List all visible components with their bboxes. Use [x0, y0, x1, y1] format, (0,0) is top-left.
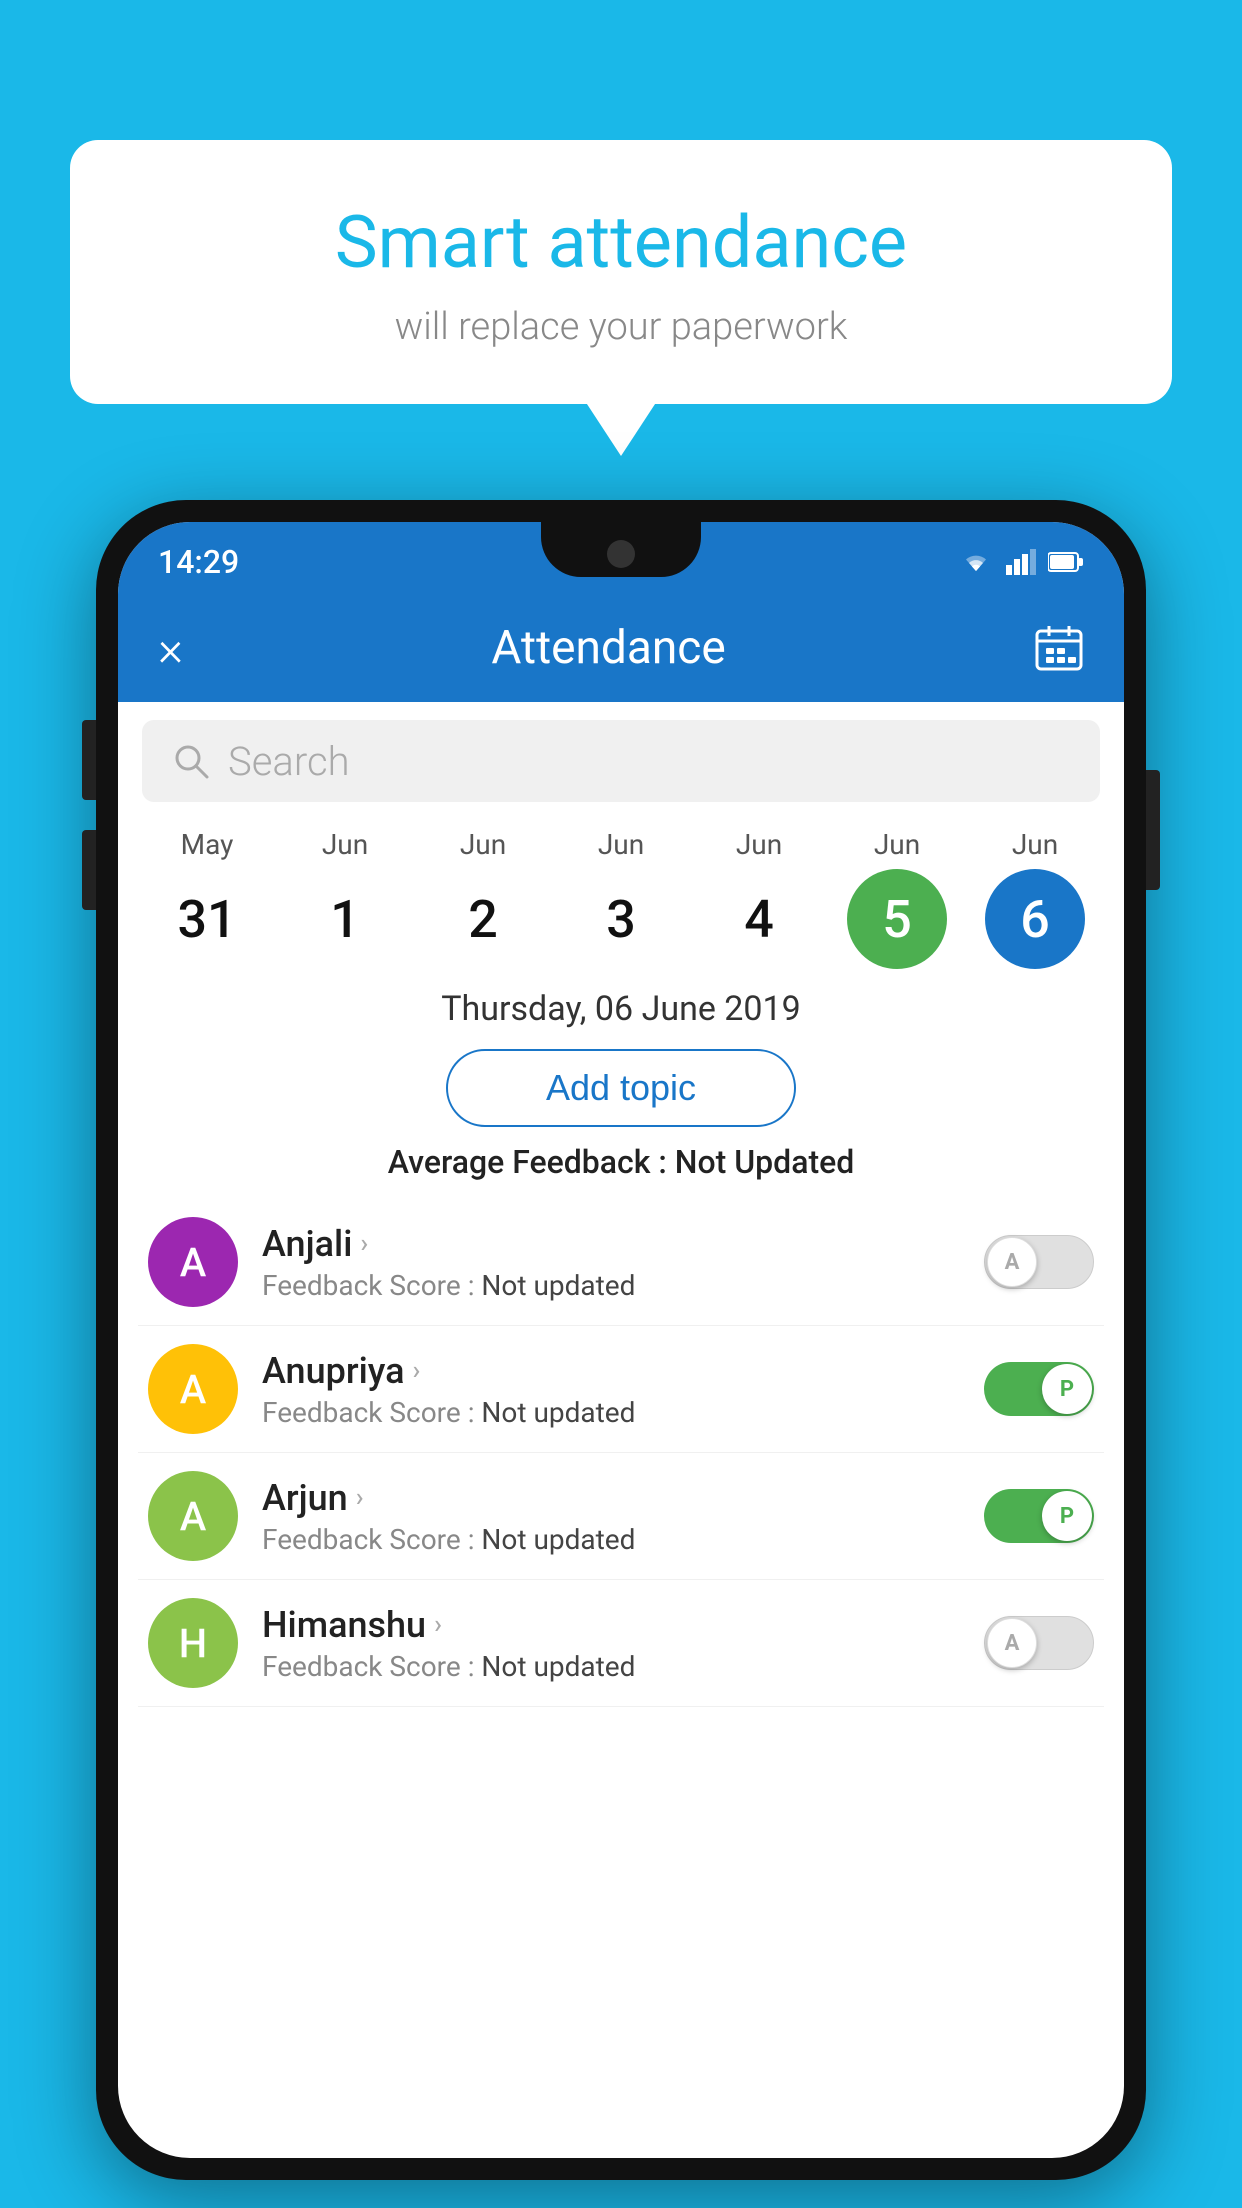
student-name-2[interactable]: Arjun › [262, 1477, 960, 1519]
wifi-icon [958, 549, 994, 575]
toggle-container-1: P [984, 1362, 1094, 1416]
student-avatar-0: A [148, 1217, 238, 1307]
student-feedback-0: Feedback Score : Not updated [262, 1269, 960, 1302]
student-chevron-1: › [413, 1356, 421, 1386]
date-day-6: 6 [985, 869, 1085, 969]
student-chevron-2: › [356, 1483, 364, 1513]
date-day-2: 2 [433, 869, 533, 969]
student-item-0: A Anjali › Feedback Score : Not updated A [138, 1199, 1104, 1326]
student-list: AAnjali ›Feedback Score : Not updatedAAA… [118, 1199, 1124, 1707]
toggle-container-3: A [984, 1616, 1094, 1670]
date-item-5[interactable]: Jun 5 [837, 828, 957, 969]
toggle-thumb-1: P [1042, 1364, 1092, 1414]
student-item-1: A Anupriya › Feedback Score : Not updated P [138, 1326, 1104, 1453]
speech-bubble-container: Smart attendance will replace your paper… [70, 140, 1172, 404]
phone-frame: 14:29 [96, 500, 1146, 2180]
date-month-3: Jun [598, 828, 644, 861]
phone-power-button [1146, 770, 1160, 890]
phone-screen: 14:29 [118, 522, 1124, 2158]
date-day-1: 1 [295, 869, 395, 969]
signal-icon [1006, 549, 1036, 575]
student-feedback-1: Feedback Score : Not updated [262, 1396, 960, 1429]
status-time: 14:29 [158, 543, 239, 581]
date-item-2[interactable]: Jun 2 [423, 828, 543, 969]
student-chevron-3: › [434, 1610, 442, 1640]
student-info-3: Himanshu › Feedback Score : Not updated [262, 1604, 960, 1683]
search-bar[interactable]: Search [142, 720, 1100, 802]
date-month-6: Jun [1012, 828, 1058, 861]
close-button[interactable]: × [158, 620, 183, 677]
date-day-3: 3 [571, 869, 671, 969]
student-item-3: H Himanshu › Feedback Score : Not updated A [138, 1580, 1104, 1707]
app-bar: × Attendance [118, 594, 1124, 702]
avg-feedback: Average Feedback : Not Updated [118, 1139, 1124, 1199]
student-avatar-1: A [148, 1344, 238, 1434]
date-month-5: Jun [874, 828, 920, 861]
phone-notch [541, 522, 701, 577]
toggle-container-0: A [984, 1235, 1094, 1289]
status-icons [958, 549, 1084, 575]
battery-icon [1048, 551, 1084, 573]
date-month-4: Jun [736, 828, 782, 861]
toggle-container-2: P [984, 1489, 1094, 1543]
student-name-0[interactable]: Anjali › [262, 1223, 960, 1265]
date-item-0[interactable]: May 31 [147, 828, 267, 969]
student-avatar-3: H [148, 1598, 238, 1688]
phone-volume-up-button [82, 720, 96, 800]
date-day-5: 5 [847, 869, 947, 969]
toggle-thumb-2: P [1042, 1491, 1092, 1541]
attendance-toggle-1[interactable]: P [984, 1362, 1094, 1416]
date-item-6[interactable]: Jun 6 [975, 828, 1095, 969]
student-feedback-2: Feedback Score : Not updated [262, 1523, 960, 1556]
date-day-0: 31 [157, 869, 257, 969]
calendar-icon[interactable] [1034, 623, 1084, 673]
attendance-toggle-0[interactable]: A [984, 1235, 1094, 1289]
student-feedback-3: Feedback Score : Not updated [262, 1650, 960, 1683]
selected-date: Thursday, 06 June 2019 [118, 969, 1124, 1041]
phone-volume-down-button [82, 830, 96, 910]
student-item-2: A Arjun › Feedback Score : Not updated P [138, 1453, 1104, 1580]
date-item-1[interactable]: Jun 1 [285, 828, 405, 969]
attendance-toggle-2[interactable]: P [984, 1489, 1094, 1543]
search-placeholder: Search [228, 738, 350, 785]
student-name-1[interactable]: Anupriya › [262, 1350, 960, 1392]
student-name-3[interactable]: Himanshu › [262, 1604, 960, 1646]
date-month-1: Jun [322, 828, 368, 861]
student-info-0: Anjali › Feedback Score : Not updated [262, 1223, 960, 1302]
camera-dot [607, 540, 635, 568]
student-chevron-0: › [360, 1229, 368, 1259]
toggle-thumb-0: A [987, 1237, 1037, 1287]
toggle-thumb-3: A [987, 1618, 1037, 1668]
date-day-4: 4 [709, 869, 809, 969]
speech-bubble: Smart attendance will replace your paper… [70, 140, 1172, 404]
attendance-toggle-3[interactable]: A [984, 1616, 1094, 1670]
speech-bubble-title: Smart attendance [130, 200, 1112, 285]
date-item-3[interactable]: Jun 3 [561, 828, 681, 969]
date-month-2: Jun [460, 828, 506, 861]
app-bar-title: Attendance [223, 621, 994, 675]
search-icon [172, 742, 210, 780]
student-info-1: Anupriya › Feedback Score : Not updated [262, 1350, 960, 1429]
date-strip: May 31 Jun 1 Jun 2 Jun 3 Jun 4 Jun 5 Jun 6 [118, 812, 1124, 969]
date-month-0: May [181, 828, 234, 861]
speech-bubble-subtitle: will replace your paperwork [130, 305, 1112, 349]
student-info-2: Arjun › Feedback Score : Not updated [262, 1477, 960, 1556]
student-avatar-2: A [148, 1471, 238, 1561]
date-item-4[interactable]: Jun 4 [699, 828, 819, 969]
add-topic-button[interactable]: Add topic [446, 1049, 796, 1127]
